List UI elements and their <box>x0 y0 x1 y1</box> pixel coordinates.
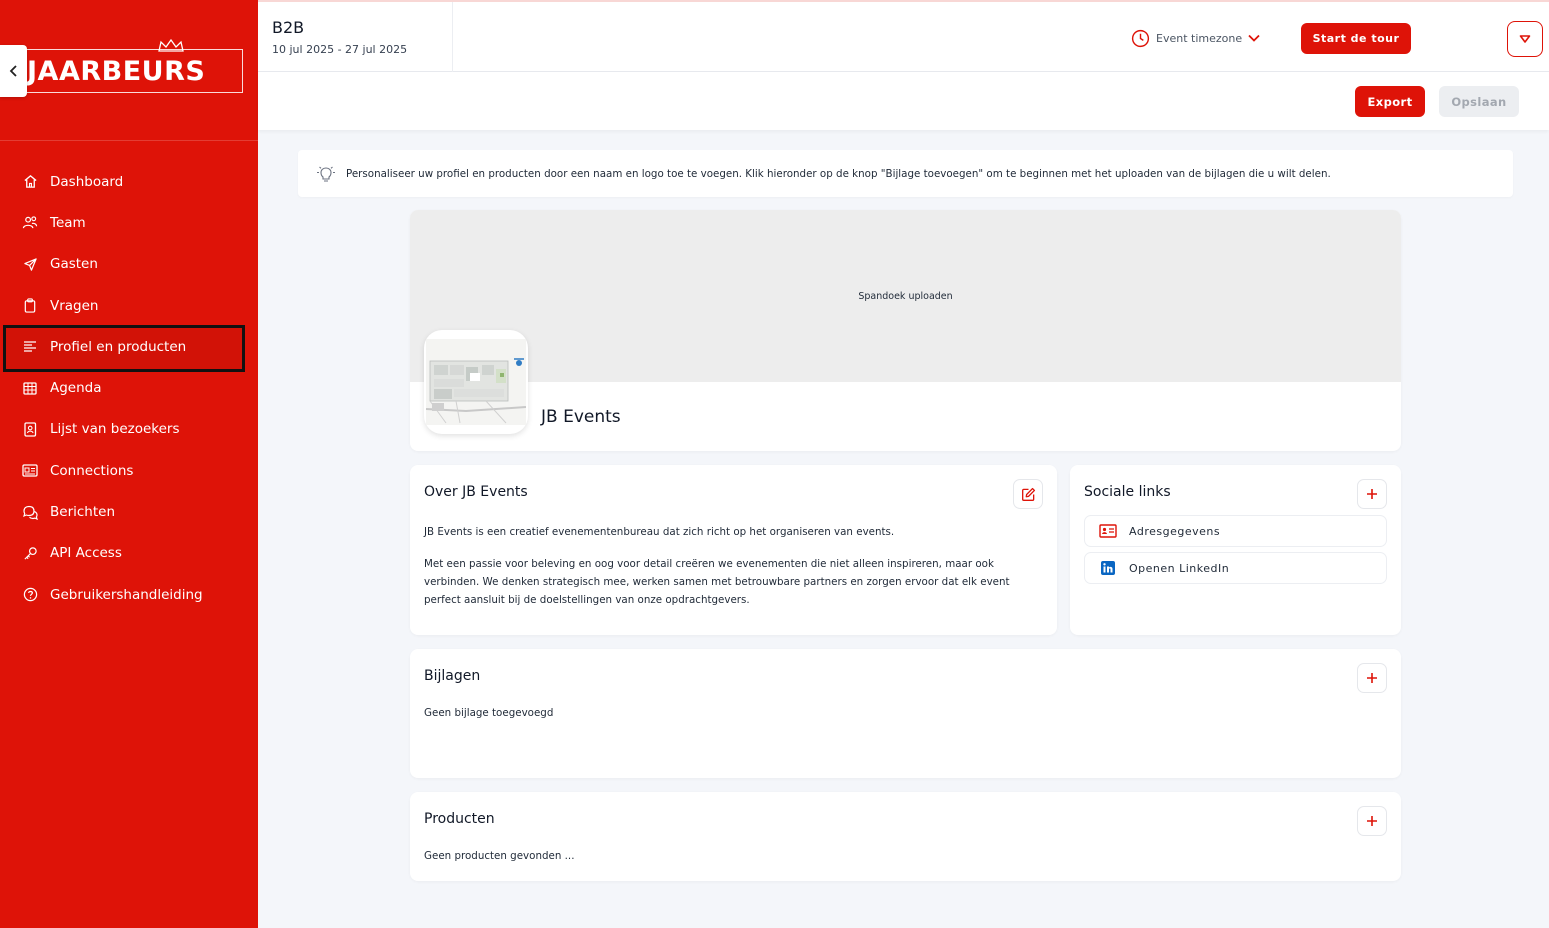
social-link-label: Openen LinkedIn <box>1129 561 1230 575</box>
about-paragraph: JB Events is een creatief evenementenbur… <box>424 526 895 538</box>
save-button[interactable]: Opslaan <box>1439 86 1519 117</box>
sidebar-item-label: Gebruikershandleiding <box>50 586 203 603</box>
sidebar-item-label: Connections <box>50 462 134 479</box>
sidebar-item-team[interactable]: Team <box>0 202 258 243</box>
timezone-selector[interactable]: Event timezone <box>1131 28 1260 48</box>
address-card-icon <box>1099 522 1117 540</box>
timezone-label: Event timezone <box>1156 31 1243 45</box>
linkedin-icon <box>1099 559 1117 577</box>
user-menu-button[interactable] <box>1507 21 1543 57</box>
sidebar-item-label: Berichten <box>50 504 116 521</box>
info-banner-text: Personaliseer uw profiel en producten do… <box>346 167 1331 180</box>
sidebar-item-lijst-van-bezoekers[interactable]: Lijst van bezoekers <box>0 409 258 450</box>
edit-icon <box>1021 487 1035 501</box>
plus-icon <box>1367 489 1377 499</box>
sidebar-nav: Dashboard Team Gasten Vragen Profiel en … <box>0 161 258 615</box>
list-icon <box>22 339 38 355</box>
plus-icon <box>1367 673 1377 683</box>
sidebar-item-api-access[interactable]: API Access <box>0 533 258 574</box>
sidebar-item-profiel-en-producten[interactable]: Profiel en producten <box>0 326 258 367</box>
sidebar-item-label: Dashboard <box>50 173 124 190</box>
top-header: B2B 10 jul 2025 - 27 jul 2025 Event time… <box>258 0 1549 72</box>
add-attachment-button[interactable] <box>1357 663 1387 693</box>
social-link-linkedin[interactable]: Openen LinkedIn <box>1084 552 1387 584</box>
sidebar-item-label: Team <box>50 214 86 231</box>
contact-book-icon <box>22 421 38 437</box>
social-links-card: Sociale links Adresgegevens Openen Linke… <box>1070 465 1401 635</box>
add-social-link-button[interactable] <box>1357 479 1387 509</box>
sidebar-item-berichten[interactable]: Berichten <box>0 491 258 532</box>
attachments-empty-text: Geen bijlage toegevoegd <box>424 707 554 719</box>
social-links-title: Sociale links <box>1084 484 1171 500</box>
action-bar: Export Opslaan <box>258 72 1549 130</box>
sidebar: JAARBEURS Dashboard Team Gasten Vragen P… <box>0 0 258 928</box>
chevron-down-icon <box>1248 34 1260 42</box>
company-logo[interactable] <box>424 330 528 434</box>
plus-icon <box>1367 816 1377 826</box>
sidebar-item-gasten[interactable]: Gasten <box>0 244 258 285</box>
sidebar-item-connections[interactable]: Connections <box>0 450 258 491</box>
sidebar-item-label: API Access <box>50 545 122 562</box>
event-selector[interactable]: B2B 10 jul 2025 - 27 jul 2025 <box>258 2 453 72</box>
sidebar-item-label: Vragen <box>50 297 99 314</box>
edit-about-button[interactable] <box>1013 479 1043 509</box>
sidebar-item-label: Profiel en producten <box>50 338 187 355</box>
attachments-card: Bijlagen Geen bijlage toegevoegd <box>410 649 1401 778</box>
sidebar-item-dashboard[interactable]: Dashboard <box>0 161 258 202</box>
logo-text: JAARBEURS <box>27 55 206 87</box>
id-card-icon <box>22 463 38 479</box>
sidebar-item-label: Gasten <box>50 256 98 273</box>
attachments-title: Bijlagen <box>424 668 481 684</box>
lightbulb-icon <box>317 166 335 182</box>
about-paragraph: Met een passie voor beleving en oog voor… <box>424 558 1010 606</box>
banner-upload-label: Spandoek uploaden <box>858 290 953 302</box>
floorplan-logo-image <box>426 339 526 425</box>
about-card: Over JB Events JB Events is een creatief… <box>410 465 1057 635</box>
event-dates: 10 jul 2025 - 27 jul 2025 <box>272 43 408 56</box>
about-description: JB Events is een creatief evenementenbur… <box>424 523 1034 623</box>
company-name: JB Events <box>541 407 621 427</box>
profile-header-card: Spandoek uploaden JB Events <box>410 210 1401 451</box>
team-icon <box>22 215 38 231</box>
calendar-icon <box>22 380 38 396</box>
collapse-sidebar-button[interactable] <box>0 45 27 97</box>
social-link-label: Adresgegevens <box>1129 524 1221 538</box>
chevron-left-icon <box>9 65 17 77</box>
export-button[interactable]: Export <box>1355 86 1425 117</box>
start-tour-button[interactable]: Start de tour <box>1301 23 1411 54</box>
help-icon <box>22 587 38 603</box>
crown-icon <box>158 39 184 52</box>
send-icon <box>22 256 38 272</box>
products-card: Producten Geen producten gevonden ... <box>410 792 1401 881</box>
event-name: B2B <box>272 18 305 37</box>
sidebar-item-label: Lijst van bezoekers <box>50 421 180 438</box>
about-title: Over JB Events <box>424 484 528 500</box>
clock-icon <box>1131 29 1150 47</box>
logo-area: JAARBEURS <box>0 0 258 141</box>
sidebar-item-label: Agenda <box>50 380 102 397</box>
sidebar-item-vragen[interactable]: Vragen <box>0 285 258 326</box>
products-empty-text: Geen producten gevonden ... <box>424 850 575 862</box>
caret-down-icon <box>1519 35 1531 43</box>
banner-upload-area[interactable]: Spandoek uploaden <box>410 210 1401 382</box>
products-title: Producten <box>424 811 495 827</box>
chat-icon <box>22 504 38 520</box>
sidebar-item-gebruikershandleiding[interactable]: Gebruikershandleiding <box>0 574 258 615</box>
logo[interactable]: JAARBEURS <box>25 39 243 93</box>
social-link-address[interactable]: Adresgegevens <box>1084 515 1387 547</box>
home-icon <box>22 174 38 190</box>
sidebar-item-agenda[interactable]: Agenda <box>0 367 258 408</box>
key-icon <box>22 545 38 561</box>
clipboard-icon <box>22 298 38 314</box>
add-product-button[interactable] <box>1357 806 1387 836</box>
info-banner: Personaliseer uw profiel en producten do… <box>298 150 1513 197</box>
